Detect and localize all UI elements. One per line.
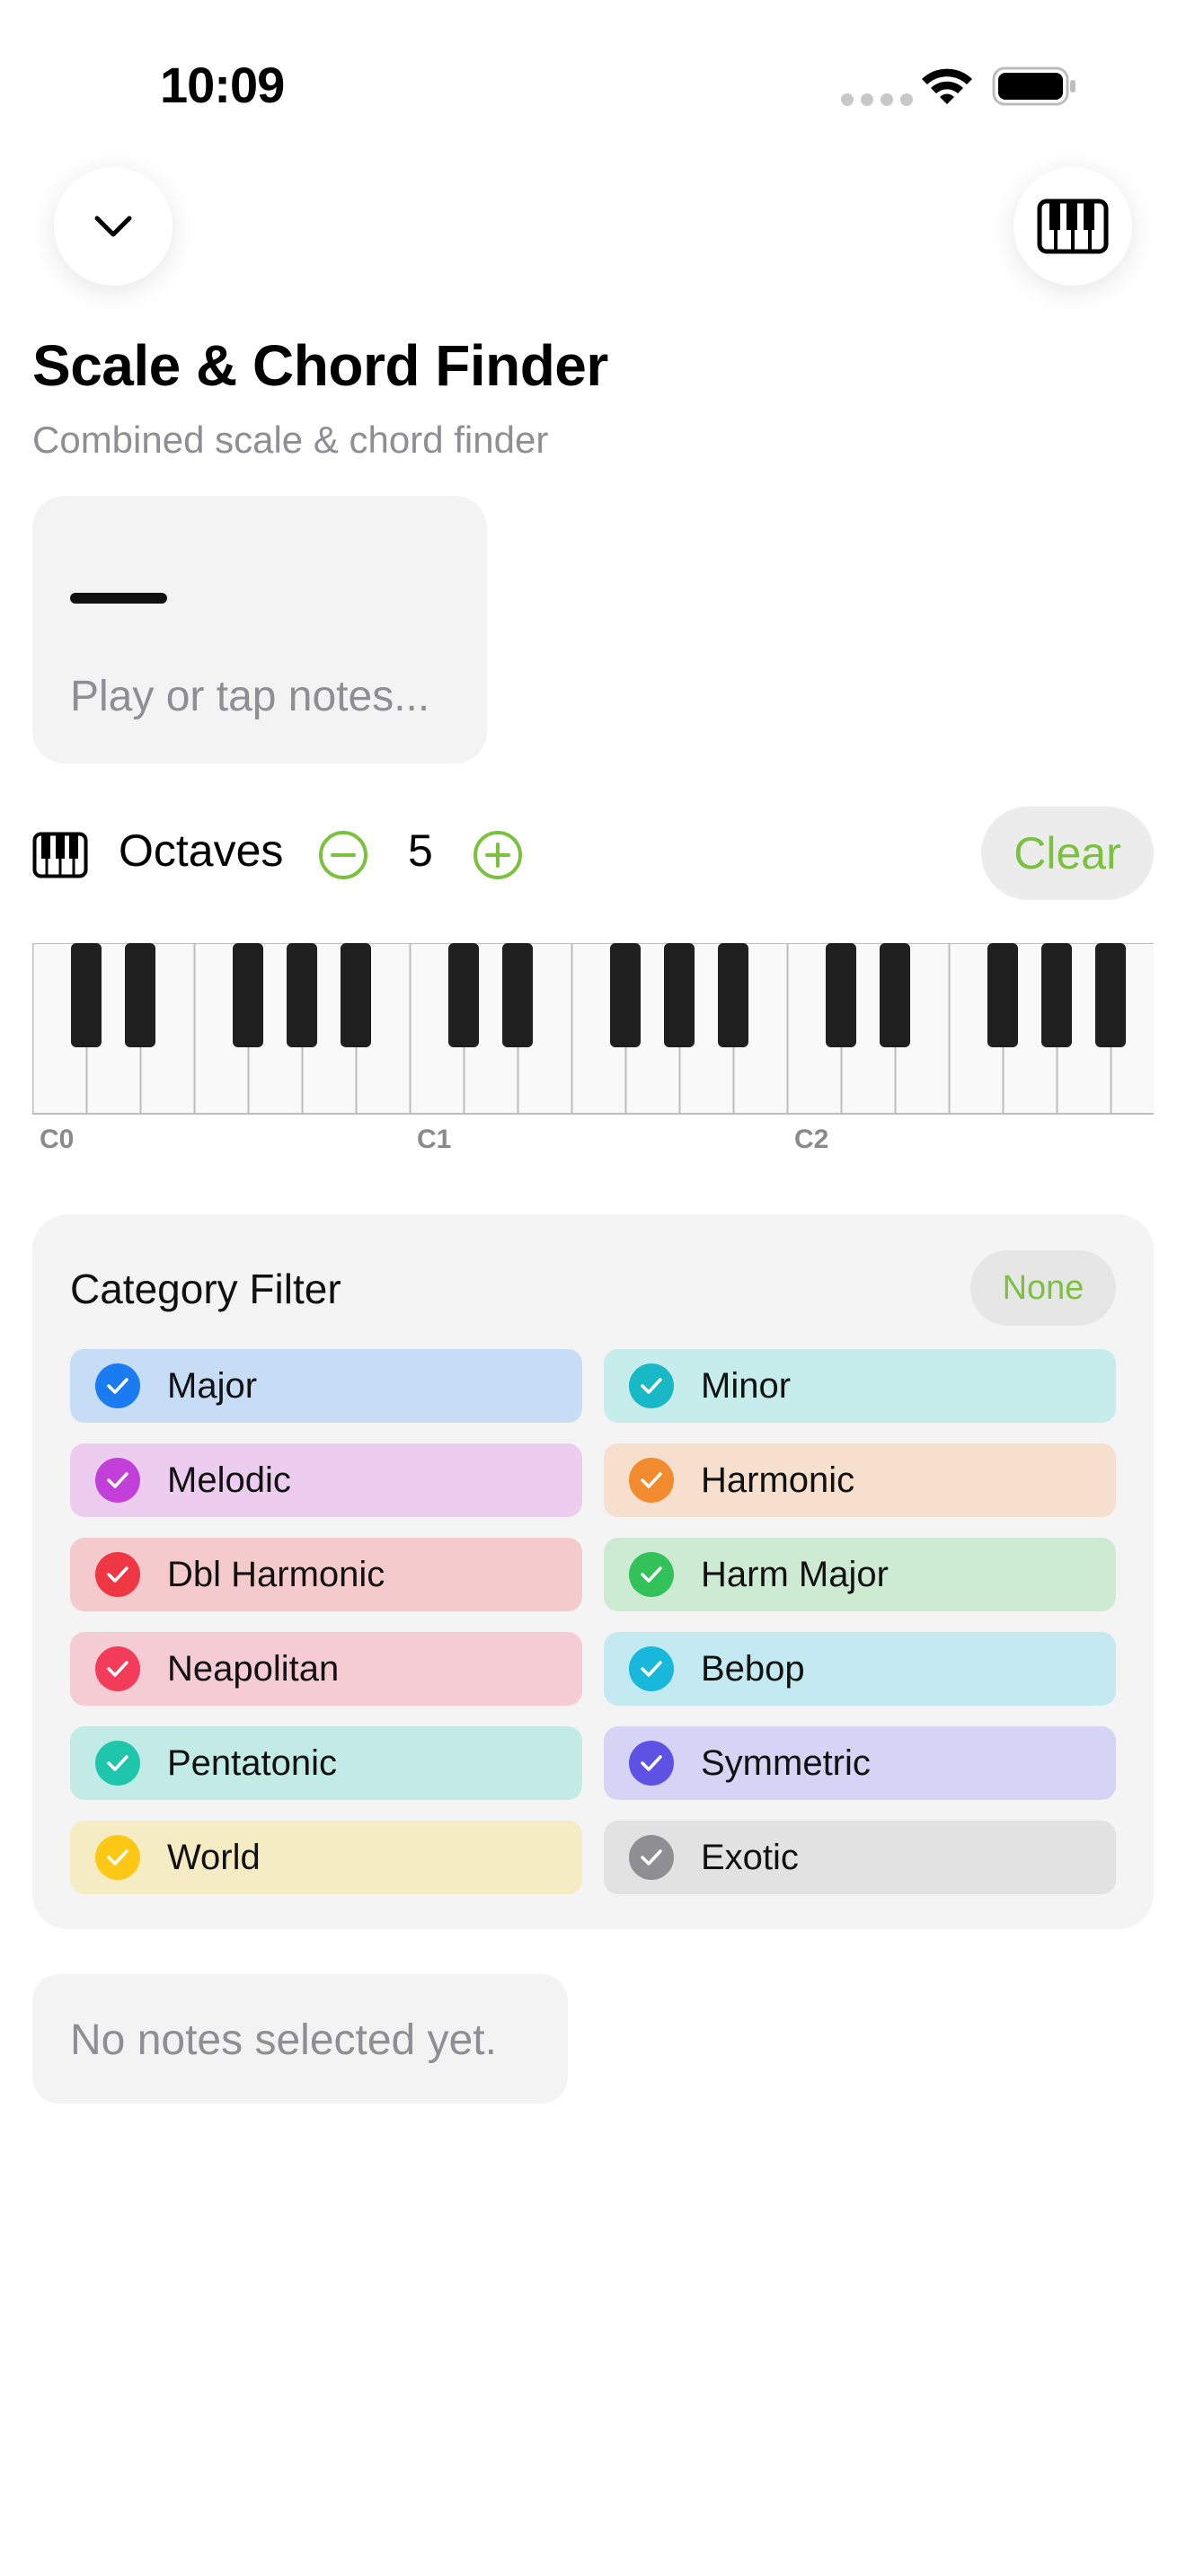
checkmark-icon [95,1835,140,1880]
octave-count: 5 [408,825,433,876]
category-chip-bebop[interactable]: Bebop [604,1632,1116,1706]
checkmark-icon [95,1741,140,1786]
piano-keyboard[interactable] [32,943,1154,1116]
black-key-Asharp1[interactable] [718,943,748,1047]
checkmark-icon [95,1552,140,1597]
category-chip-label: Exotic [701,1837,799,1877]
black-key-Csharp0[interactable] [71,943,102,1047]
black-key-Dsharp1[interactable] [502,943,533,1047]
piano-icon [1037,198,1109,254]
checkmark-icon [95,1646,140,1691]
keyboard-icon [32,832,88,878]
category-chip-label: World [167,1837,261,1877]
black-key-Dsharp0[interactable] [125,943,155,1047]
checkmark-icon [629,1835,674,1880]
category-chip-harmonic[interactable]: Harmonic [604,1443,1116,1517]
category-chip-label: Dbl Harmonic [167,1554,385,1594]
status-time: 10:09 [160,57,285,113]
battery-icon [992,66,1075,106]
black-key-Fsharp0[interactable] [233,943,263,1047]
category-filter-title: Category Filter [70,1266,341,1312]
checkmark-icon [629,1552,674,1597]
category-chip-label: Harm Major [701,1554,889,1594]
black-key-Csharp1[interactable] [448,943,479,1047]
collapse-button[interactable] [54,167,173,286]
category-chip-label: Bebop [701,1648,805,1689]
clear-button[interactable]: Clear [981,807,1154,900]
category-chip-major[interactable]: Major [70,1349,582,1423]
category-chip-dbl-harmonic[interactable]: Dbl Harmonic [70,1538,582,1611]
black-key-Gsharp2[interactable] [1041,943,1072,1047]
wifi-icon [922,68,972,104]
note-input-area[interactable] [32,496,487,763]
empty-state-text: No notes selected yet. [70,2016,497,2064]
chevron-down-icon [94,216,132,237]
category-chip-neapolitan[interactable]: Neapolitan [70,1632,582,1706]
checkmark-icon [629,1646,674,1691]
category-chip-symmetric[interactable]: Symmetric [604,1726,1116,1800]
category-chip-label: Major [167,1365,258,1406]
checkmark-icon [629,1363,674,1408]
category-chip-label: Neapolitan [167,1648,340,1689]
category-chip-melodic[interactable]: Melodic [70,1443,582,1517]
category-chip-label: Symmetric [701,1742,871,1783]
category-chip-label: Melodic [167,1460,291,1500]
octaves-label: Octaves [119,825,284,876]
none-button[interactable]: None [970,1250,1116,1326]
black-key-Asharp0[interactable] [341,943,371,1047]
black-key-Fsharp2[interactable] [987,943,1018,1047]
octave-label-c0: C0 [40,1125,75,1154]
category-chip-harm-major[interactable]: Harm Major [604,1538,1116,1611]
black-key-Asharp2[interactable] [1095,943,1126,1047]
category-chip-pentatonic[interactable]: Pentatonic [70,1726,582,1800]
checkmark-icon [95,1363,140,1408]
black-key-Dsharp2[interactable] [880,943,910,1047]
cellular-signal-icon [841,93,913,106]
octave-label-c2: C2 [794,1125,829,1154]
note-placeholder-dash [70,593,167,604]
decrease-octave-button[interactable] [318,830,368,880]
checkmark-icon [95,1458,140,1503]
black-key-Fsharp1[interactable] [610,943,641,1047]
black-key-Gsharp0[interactable] [287,943,317,1047]
note-input-placeholder: Play or tap notes... [70,673,430,720]
category-chip-label: Minor [701,1365,792,1406]
category-chip-label: Harmonic [701,1460,855,1500]
page-subtitle: Combined scale & chord finder [32,419,549,461]
category-chip-world[interactable]: World [70,1821,582,1894]
category-chip-exotic[interactable]: Exotic [604,1821,1116,1894]
octave-label-c1: C1 [417,1125,452,1154]
category-chip-minor[interactable]: Minor [604,1349,1116,1423]
category-chip-label: Pentatonic [167,1742,338,1783]
checkmark-icon [629,1741,674,1786]
increase-octave-button[interactable] [473,830,523,880]
piano-mode-button[interactable] [1013,167,1132,286]
page-title: Scale & Chord Finder [32,333,608,398]
black-key-Gsharp1[interactable] [664,943,695,1047]
black-key-Csharp2[interactable] [826,943,856,1047]
octave-controls: Octaves 5 Clear [32,807,1154,904]
checkmark-icon [629,1458,674,1503]
